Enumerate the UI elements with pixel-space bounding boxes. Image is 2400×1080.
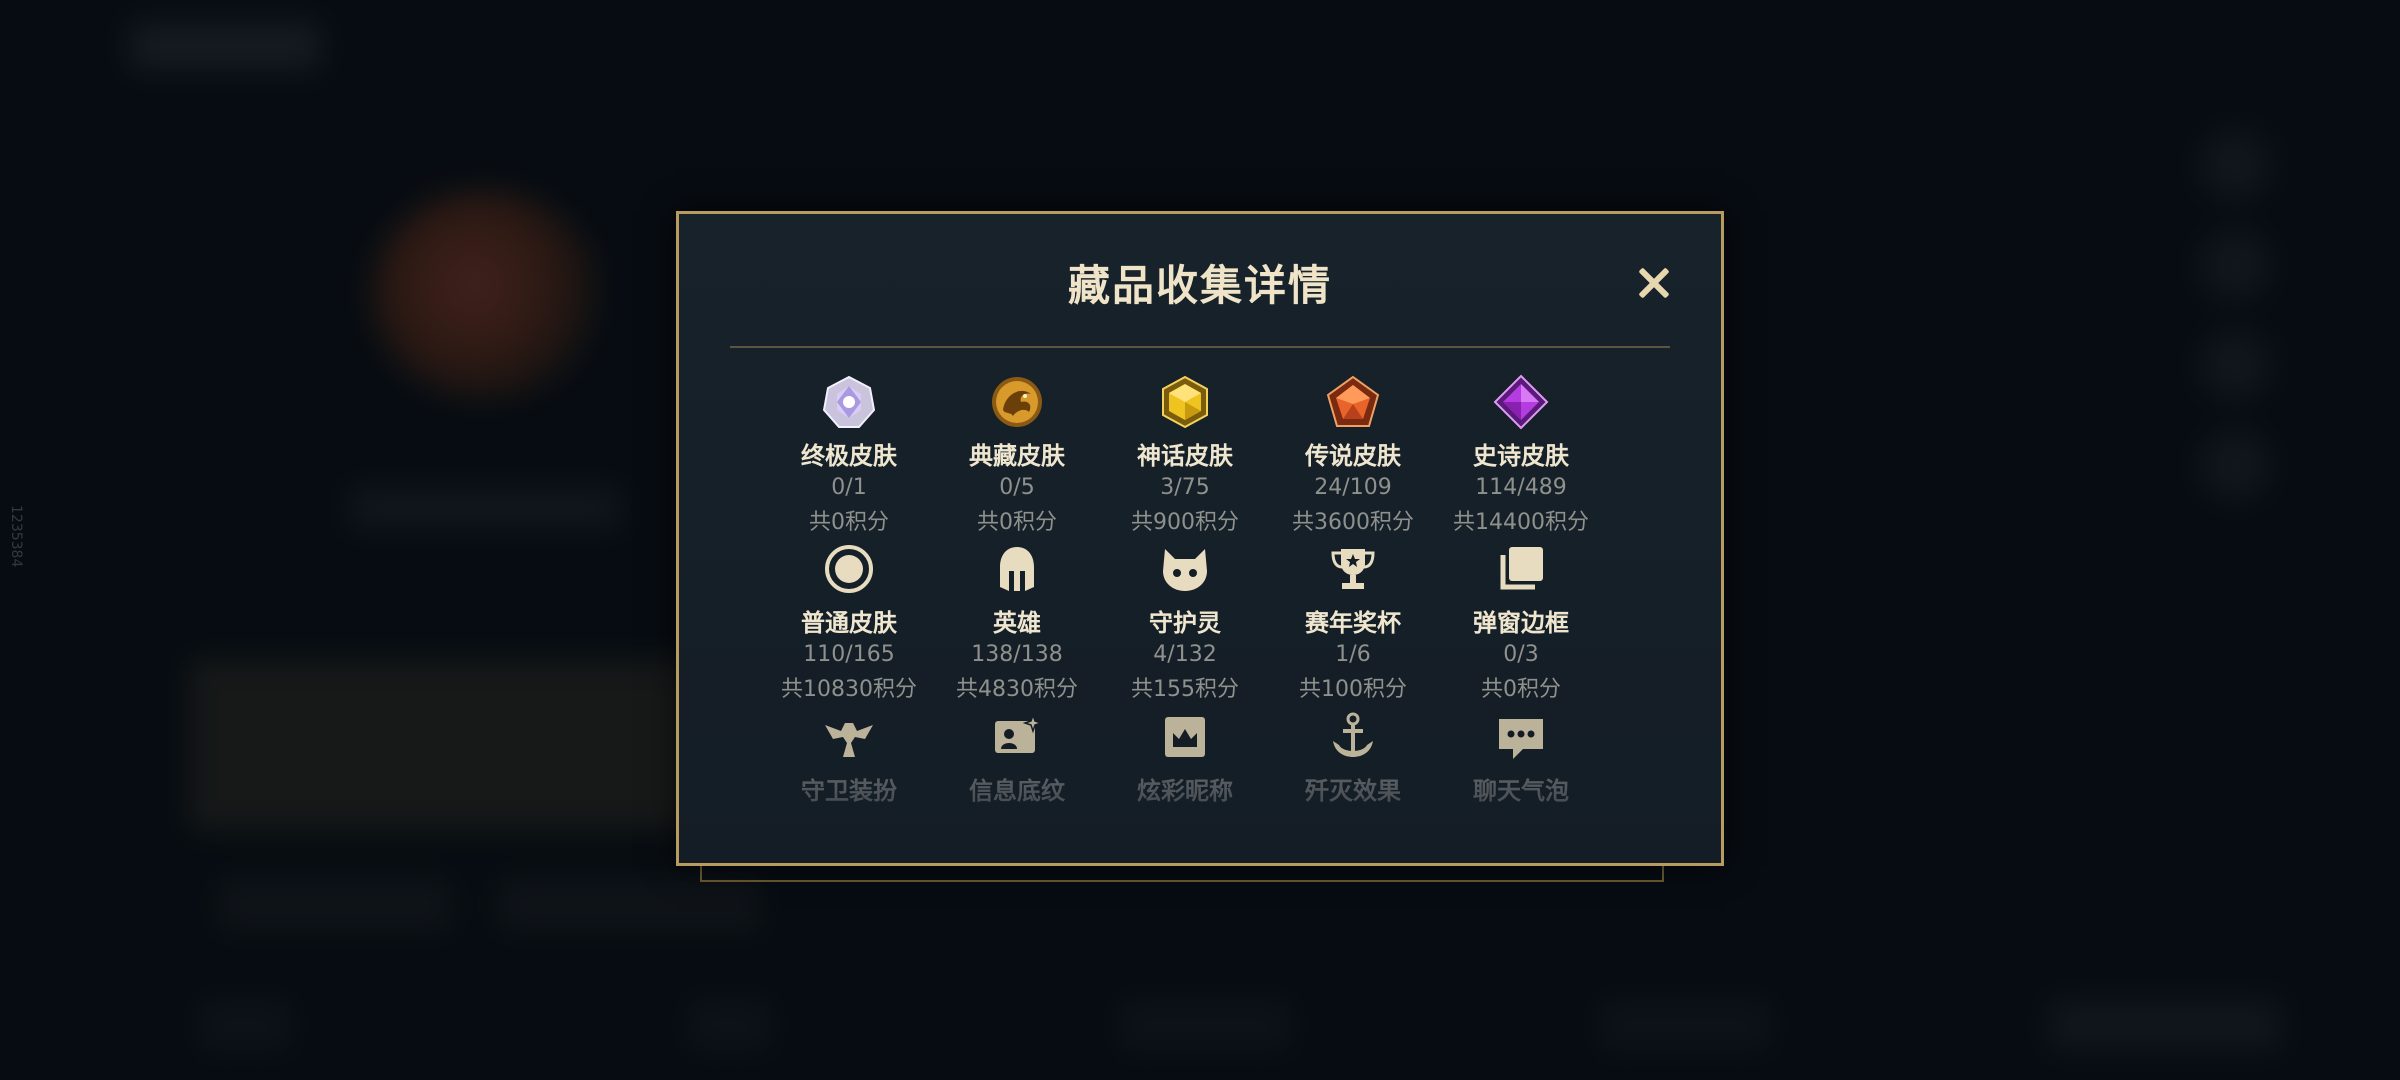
item-label: 赛年奖杯	[1305, 609, 1401, 637]
collection-item-common-skin[interactable]: 普通皮肤 110/165 共10830积分	[765, 541, 933, 703]
item-label: 聊天气泡	[1473, 777, 1569, 805]
item-count: 114/489	[1475, 475, 1567, 500]
item-points: 共900积分	[1131, 510, 1239, 535]
item-label: 神话皮肤	[1137, 442, 1233, 470]
ultimate-skin-gem-icon	[822, 375, 876, 428]
item-label: 普通皮肤	[801, 609, 897, 637]
collection-item-guardian[interactable]: 守护灵 4/132 共155积分	[1101, 541, 1269, 703]
collection-item-chat-bubble[interactable]: 聊天气泡	[1437, 709, 1605, 806]
item-points: 共10830积分	[781, 677, 917, 702]
item-count: 24/109	[1314, 475, 1392, 500]
collection-row: 守卫装扮 信息底纹 炫彩昵称 歼灭效果 聊天气泡	[765, 709, 1605, 806]
item-points: 共3600积分	[1292, 510, 1414, 535]
item-label: 弹窗边框	[1473, 609, 1569, 637]
collection-details-dialog: 藏品收集详情 终极皮肤 0/1 共0积分 典藏皮肤 0/5 共0积分 神话皮肤 …	[676, 211, 1724, 866]
item-points: 共4830积分	[956, 677, 1078, 702]
item-label: 英雄	[993, 609, 1041, 637]
collection-item-ward-skin[interactable]: 守卫装扮	[765, 709, 933, 806]
hero-helmet-icon	[1000, 547, 1034, 591]
collection-item-hero[interactable]: 英雄 138/138 共4830积分	[933, 541, 1101, 703]
item-count: 1/6	[1335, 642, 1371, 667]
item-points: 共0积分	[977, 510, 1057, 535]
item-count: 110/165	[803, 642, 895, 667]
season-trophy-icon	[1331, 549, 1375, 589]
kill-effect-icon	[1333, 712, 1373, 757]
item-count: 0/3	[1503, 642, 1539, 667]
collection-row: 普通皮肤 110/165 共10830积分 英雄 138/138 共4830积分…	[765, 541, 1605, 703]
mythic-skin-gem-icon	[1162, 375, 1208, 429]
collection-item-season-trophy[interactable]: 赛年奖杯 1/6 共100积分	[1269, 541, 1437, 703]
common-skin-ring-icon	[825, 545, 873, 593]
item-points: 共155积分	[1131, 677, 1239, 702]
legendary-skin-gem-icon	[1326, 375, 1380, 427]
item-label: 典藏皮肤	[969, 442, 1065, 470]
collection-item-fancy-nickname[interactable]: 炫彩昵称	[1101, 709, 1269, 806]
item-label: 史诗皮肤	[1473, 442, 1569, 470]
ward-skin-icon	[825, 723, 873, 757]
item-label: 信息底纹	[969, 777, 1065, 805]
item-count: 4/132	[1153, 642, 1217, 667]
collection-item-mythic-skin[interactable]: 神话皮肤 3/75 共900积分	[1101, 374, 1269, 536]
item-count: 0/5	[999, 475, 1035, 500]
item-points: 共14400积分	[1453, 510, 1589, 535]
item-points: 共0积分	[809, 510, 889, 535]
popup-frame-icon	[1500, 547, 1543, 590]
collection-row: 终极皮肤 0/1 共0积分 典藏皮肤 0/5 共0积分 神话皮肤 3/75 共9…	[765, 374, 1605, 536]
item-points: 共100积分	[1299, 677, 1407, 702]
collection-item-legendary-skin[interactable]: 传说皮肤 24/109 共3600积分	[1269, 374, 1437, 536]
item-label: 守护灵	[1149, 609, 1221, 637]
collection-item-ultimate-skin[interactable]: 终极皮肤 0/1 共0积分	[765, 374, 933, 536]
chat-bubble-icon	[1499, 719, 1543, 759]
epic-skin-gem-icon	[1493, 374, 1549, 430]
collection-item-epic-skin[interactable]: 史诗皮肤 114/489 共14400积分	[1437, 374, 1605, 536]
collection-item-info-card[interactable]: 信息底纹	[933, 709, 1101, 806]
close-button[interactable]	[1629, 258, 1679, 308]
item-count: 138/138	[971, 642, 1063, 667]
item-label: 传说皮肤	[1305, 442, 1401, 470]
collection-item-treasure-skin[interactable]: 典藏皮肤 0/5 共0积分	[933, 374, 1101, 536]
collection-item-kill-effect[interactable]: 歼灭效果	[1269, 709, 1437, 806]
item-count: 3/75	[1160, 475, 1210, 500]
item-label: 终极皮肤	[801, 442, 897, 470]
item-points: 共0积分	[1481, 677, 1561, 702]
treasure-skin-dragon-icon	[992, 377, 1042, 427]
item-label: 守卫装扮	[801, 777, 897, 805]
info-card-icon	[995, 712, 1044, 753]
item-label: 歼灭效果	[1305, 777, 1401, 805]
title-divider	[730, 346, 1670, 348]
dialog-title: 藏品收集详情	[1067, 261, 1332, 310]
fancy-nickname-icon	[1165, 717, 1205, 757]
collection-item-popup-frame[interactable]: 弹窗边框 0/3 共0积分	[1437, 541, 1605, 703]
item-count: 0/1	[831, 475, 867, 500]
guardian-pet-icon	[1163, 549, 1207, 591]
item-label: 炫彩昵称	[1137, 777, 1233, 805]
